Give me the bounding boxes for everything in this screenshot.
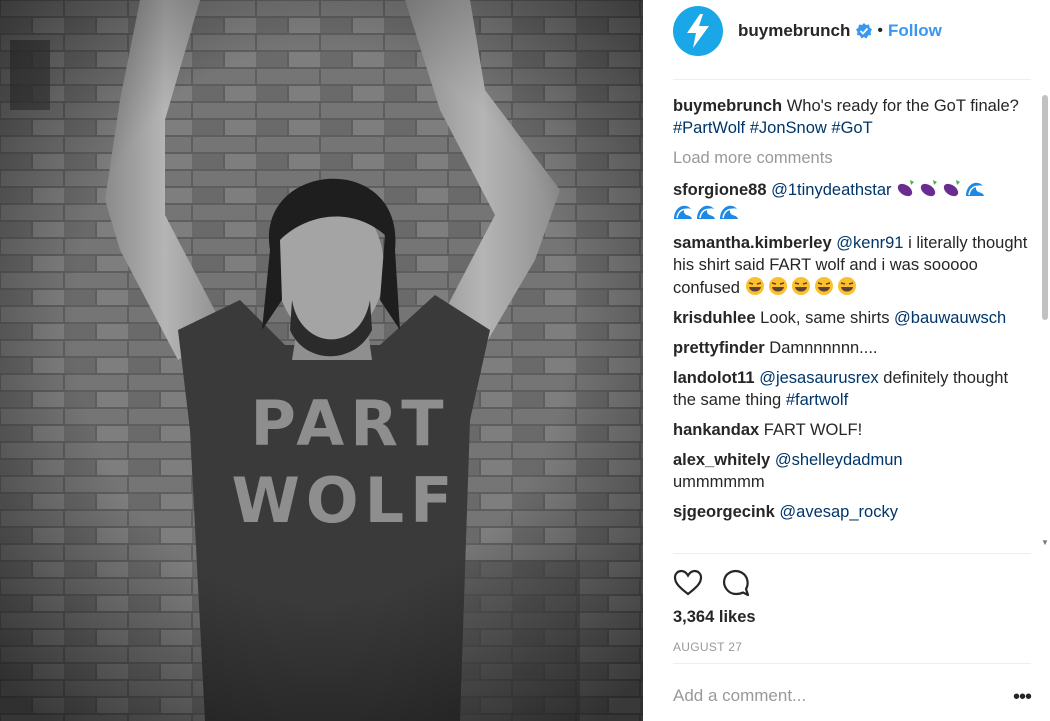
comment-mention[interactable]: @avesap_rocky (779, 503, 898, 521)
post-photo[interactable]: PART WOLF (0, 0, 643, 721)
comment-mention[interactable]: @1tinydeathstar (771, 181, 891, 199)
post-date: AUGUST 27 (673, 640, 743, 654)
comment-mention[interactable]: @kenr91 (836, 234, 903, 252)
hashtag-link[interactable]: #JonSnow (750, 119, 827, 137)
load-more-comments-button[interactable]: Load more comments (673, 147, 1033, 169)
comment-username[interactable]: samantha.kimberley (673, 234, 832, 252)
laughing-face-icon (791, 277, 810, 295)
hashtag-link[interactable]: #PartWolf (673, 119, 745, 137)
comments-list[interactable]: buymebrunch Who's ready for the GoT fina… (673, 95, 1033, 554)
comment-mention[interactable]: @jesasaurusrex (759, 369, 878, 387)
comment-username[interactable]: alex_whitely (673, 451, 770, 469)
comment-username[interactable]: prettyfinder (673, 339, 765, 357)
wave-icon (720, 205, 738, 219)
wave-icon (966, 182, 985, 196)
shirt-text-line2: WOLF (232, 464, 459, 537)
comment-item: alex_whitely @shelleydadmun ummmmmm (673, 449, 1033, 493)
scroll-down-arrow-icon[interactable]: ▼ (1041, 538, 1049, 547)
header-divider (673, 79, 1031, 80)
caption-text: Who's ready for the GoT finale? (786, 97, 1019, 115)
caption: buymebrunch Who's ready for the GoT fina… (673, 95, 1033, 139)
comment-item: hankandax FART WOLF! (673, 419, 1033, 441)
laughing-face-icon (837, 277, 856, 295)
photo-image: PART WOLF (0, 0, 643, 721)
comment-username[interactable]: krisduhlee (673, 309, 756, 327)
header-username[interactable]: buymebrunch (738, 21, 850, 41)
action-bar (673, 568, 751, 598)
eggplant-icon (920, 180, 938, 197)
wave-icon (674, 205, 692, 219)
post-details-panel: buymebrunch • Follow buymebrunch Who's r… (643, 0, 1050, 721)
comment-item: krisduhlee Look, same shirts @bauwauwsch (673, 307, 1033, 329)
comments-divider (673, 553, 1031, 554)
comment-username[interactable]: sforgione88 (673, 181, 767, 199)
comment-text: Look, same shirts (760, 309, 890, 327)
separator-dot: • (877, 22, 884, 39)
scrollbar-thumb[interactable] (1042, 95, 1048, 320)
like-button[interactable] (673, 568, 703, 598)
wave-icon (697, 205, 715, 219)
add-comment-input[interactable] (673, 686, 993, 706)
eggplant-icon (943, 180, 961, 197)
avatar[interactable] (673, 6, 723, 56)
verified-badge-icon (856, 23, 873, 39)
follow-button[interactable]: Follow (888, 21, 942, 41)
comment-text: ummmmmm (673, 473, 765, 491)
eggplant-icon (897, 180, 915, 197)
more-options-button[interactable]: ••• (1013, 687, 1032, 707)
caption-username[interactable]: buymebrunch (673, 97, 782, 115)
comments-scrollbar[interactable]: ▼ (1041, 95, 1049, 550)
comment-item: prettyfinder Damnnnnnn.... (673, 337, 1033, 359)
laughing-face-icon (814, 277, 833, 295)
comment-username[interactable]: hankandax (673, 421, 759, 439)
lightning-bolt-icon (687, 14, 709, 48)
comment-button[interactable] (721, 568, 751, 598)
comment-username[interactable]: sjgeorgecink (673, 503, 775, 521)
comment-item: landolot11 @jesasaurusrex definitely tho… (673, 367, 1033, 411)
comment-item: sjgeorgecink @avesap_rocky (673, 501, 1033, 523)
comment-mention[interactable]: @shelleydadmun (775, 451, 903, 469)
comment-username[interactable]: landolot11 (673, 369, 755, 387)
heart-icon (673, 569, 703, 596)
likes-count[interactable]: 3,364 likes (673, 608, 756, 627)
shirt-text-line1: PART (251, 387, 450, 460)
comment-item: sforgione88 @1tinydeathstar (673, 178, 1033, 224)
comment-item: samantha.kimberley @kenr91 i literally t… (673, 232, 1033, 299)
laughing-face-icon (745, 277, 764, 295)
speech-bubble-icon (722, 569, 750, 597)
date-divider (673, 663, 1031, 664)
hashtag-link[interactable]: #GoT (831, 119, 872, 137)
comment-text: FART WOLF! (763, 421, 863, 439)
comment-text: Damnnnnnn.... (769, 339, 878, 357)
laughing-face-icon (768, 277, 787, 295)
comment-mention[interactable]: @bauwauwsch (894, 309, 1006, 327)
post-header: buymebrunch • Follow (673, 5, 1033, 57)
emoji-group (745, 277, 860, 297)
hashtag-link[interactable]: #fartwolf (786, 391, 848, 409)
